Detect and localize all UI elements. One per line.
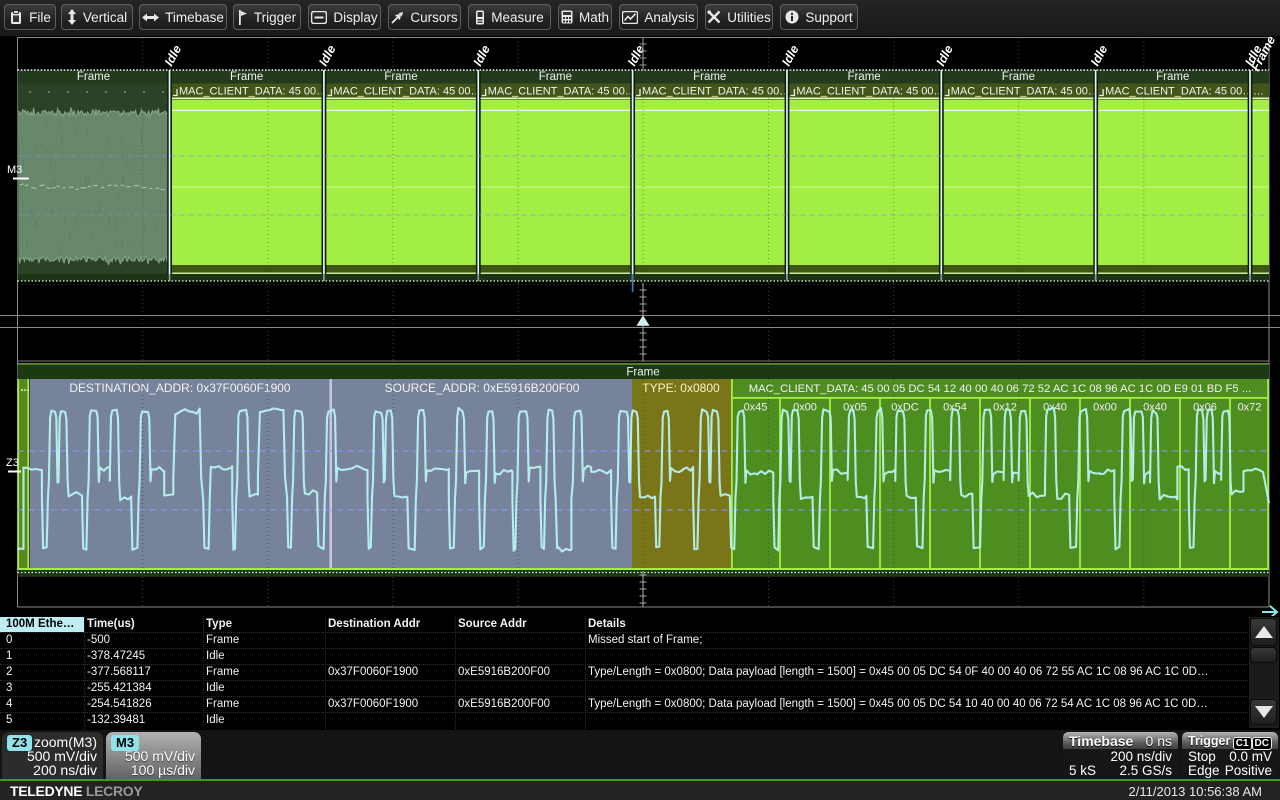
- svg-text:MAC_CLIENT_DATA: 45 00…: MAC_CLIENT_DATA: 45 00…: [951, 86, 1099, 98]
- svg-text:0x05: 0x05: [843, 402, 867, 414]
- svg-text:MAC_CLIENT_DATA: 45 00…: MAC_CLIENT_DATA: 45 00…: [333, 86, 481, 98]
- svg-text:Idle: Idle: [933, 43, 955, 69]
- svg-text:Idle: Idle: [316, 43, 338, 69]
- svg-text:MAC_CLIENT_DATA: 45 00…: MAC_CLIENT_DATA: 45 00…: [642, 86, 790, 98]
- svg-text:MAC_CLIENT_DATA: 45 00…: MAC_CLIENT_DATA: 45 00…: [796, 86, 944, 98]
- svg-text:MAC_CLIENT_DATA: 45 00…: MAC_CLIENT_DATA: 45 00…: [1105, 86, 1253, 98]
- svg-text:Frame: Frame: [539, 71, 572, 83]
- svg-text:Frame: Frame: [847, 71, 880, 83]
- svg-text:Frame: Frame: [1156, 71, 1189, 83]
- svg-text:0xDC: 0xDC: [891, 402, 919, 414]
- svg-text:0x45: 0x45: [744, 402, 768, 414]
- svg-text:Z3: Z3: [6, 457, 19, 469]
- svg-text:0x72: 0x72: [1238, 402, 1262, 414]
- svg-text:0x54: 0x54: [943, 402, 967, 414]
- svg-text:Frame: Frame: [77, 71, 110, 83]
- svg-text:DESTINATION_ADDR: 0x37F0060F19: DESTINATION_ADDR: 0x37F0060F1900: [69, 381, 291, 395]
- svg-text:Frame: Frame: [384, 71, 417, 83]
- svg-text:…: …: [1253, 86, 1264, 98]
- svg-text:MAC_CLIENT_DATA: 45 00…: MAC_CLIENT_DATA: 45 00…: [179, 86, 327, 98]
- svg-text:SOURCE_ADDR: 0xE5916B200F00: SOURCE_ADDR: 0xE5916B200F00: [385, 381, 580, 395]
- svg-text:M3: M3: [7, 164, 22, 176]
- svg-text:Idle: Idle: [1088, 43, 1110, 69]
- svg-text:Frame: Frame: [626, 367, 659, 379]
- svg-text:Idle: Idle: [470, 43, 492, 69]
- svg-text:Idle: Idle: [162, 43, 184, 69]
- svg-text:Idle: Idle: [779, 43, 801, 69]
- svg-text:MAC_CLIENT_DATA: 45 00 05 DC 5: MAC_CLIENT_DATA: 45 00 05 DC 54 12 40 00…: [749, 383, 1252, 395]
- svg-text:MAC_CLIENT_DATA: 45 00…: MAC_CLIENT_DATA: 45 00…: [488, 86, 636, 98]
- svg-text:Frame: Frame: [230, 71, 263, 83]
- svg-text:Frame: Frame: [693, 71, 726, 83]
- svg-text:TYPE: 0x0800: TYPE: 0x0800: [642, 381, 720, 395]
- svg-text:0x00: 0x00: [1093, 402, 1117, 414]
- svg-text:Frame: Frame: [1002, 71, 1035, 83]
- svg-text:...: ...: [21, 382, 30, 394]
